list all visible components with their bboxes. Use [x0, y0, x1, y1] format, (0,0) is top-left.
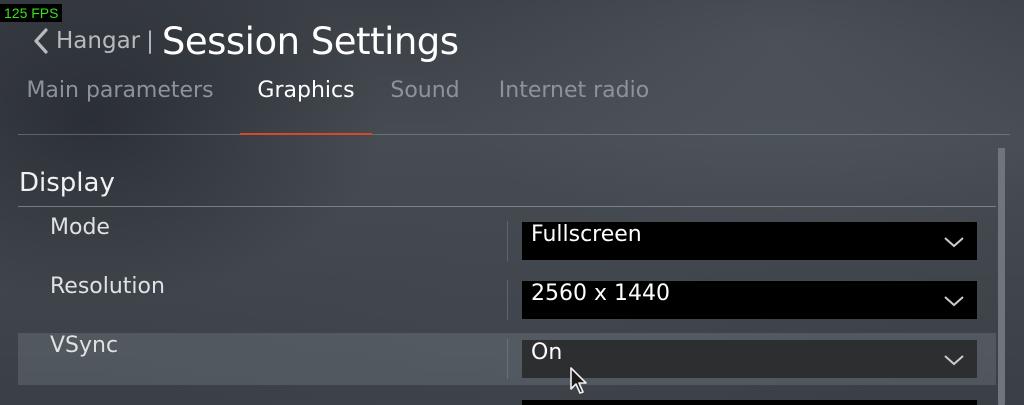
- chevron-down-icon: [943, 352, 965, 366]
- select-value: 2560 x 1440: [531, 281, 670, 306]
- tab-internet-radio[interactable]: Internet radio: [496, 78, 652, 133]
- title-separator: |: [146, 28, 154, 54]
- row-divider: [507, 221, 508, 261]
- page-title: Session Settings: [161, 19, 459, 63]
- section-title: Display: [19, 168, 115, 198]
- tab-graphics[interactable]: Graphics: [240, 78, 372, 135]
- next-setting-select[interactable]: [522, 400, 977, 405]
- setting-label: VSync: [50, 333, 119, 358]
- setting-label: Mode: [50, 215, 110, 240]
- chevron-left-icon: [30, 26, 52, 56]
- section-divider: [18, 206, 996, 207]
- scrollbar[interactable]: [998, 148, 1005, 405]
- chevron-down-icon: [943, 293, 965, 307]
- mouse-cursor-icon: [569, 366, 589, 396]
- mode-select[interactable]: Fullscreen: [522, 222, 977, 260]
- row-divider: [507, 339, 508, 379]
- select-value: Fullscreen: [531, 222, 642, 247]
- chevron-down-icon: [943, 234, 965, 248]
- row-divider: [507, 280, 508, 320]
- tab-main-parameters[interactable]: Main parameters: [20, 78, 220, 133]
- resolution-select[interactable]: 2560 x 1440: [522, 281, 977, 319]
- header: Hangar | Session Settings: [30, 18, 459, 64]
- vsync-select[interactable]: On: [522, 340, 977, 378]
- setting-row-mode: Mode Fullscreen: [18, 215, 996, 267]
- select-value: On: [531, 340, 563, 365]
- setting-row-vsync: VSync On: [18, 333, 996, 385]
- setting-label: Resolution: [50, 274, 165, 299]
- back-button[interactable]: Hangar: [30, 26, 140, 56]
- back-label: Hangar: [56, 28, 141, 54]
- tab-sound[interactable]: Sound: [386, 78, 464, 133]
- setting-row-resolution: Resolution 2560 x 1440: [18, 274, 996, 326]
- tab-bar: Main parameters Graphics Sound Internet …: [18, 78, 1010, 135]
